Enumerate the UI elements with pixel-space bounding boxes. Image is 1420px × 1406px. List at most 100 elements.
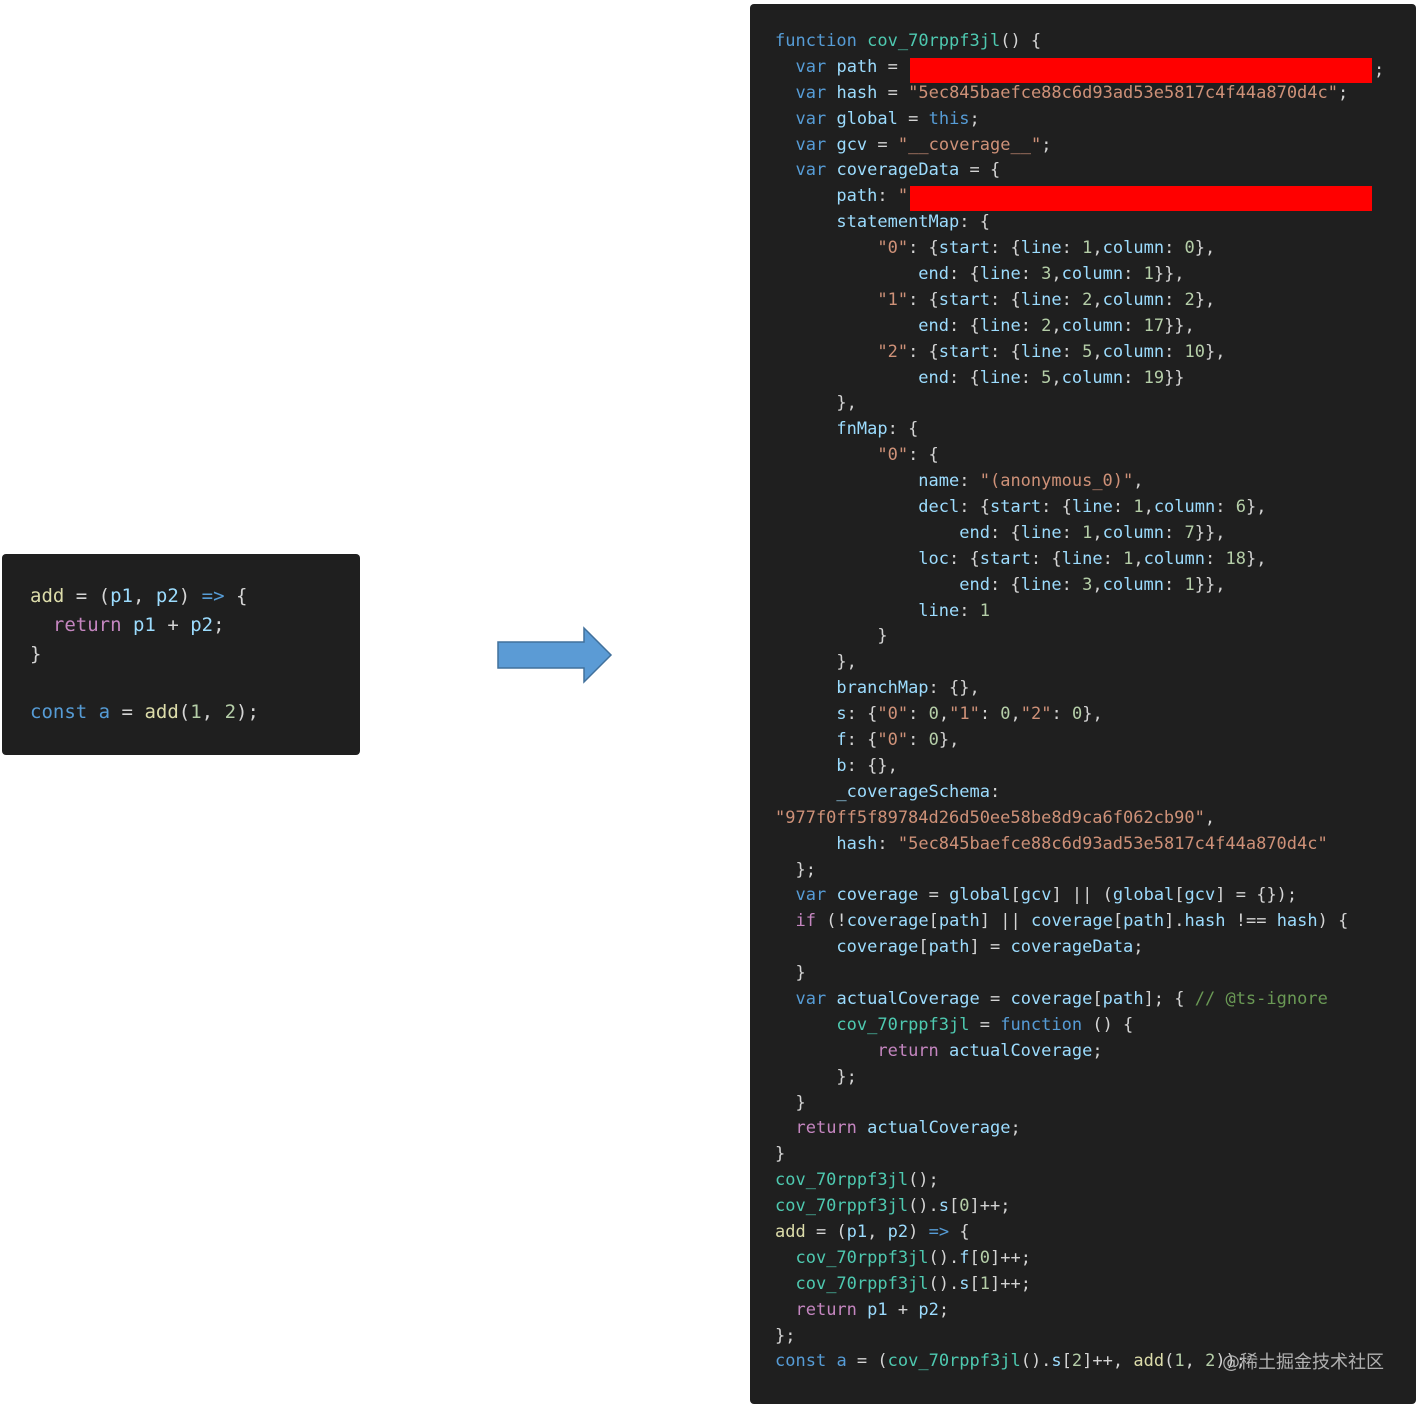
code-token: 2 (1071, 1351, 1083, 1372)
code-token: : (1123, 264, 1144, 285)
code-token: column (1102, 574, 1165, 595)
code-token: , (1184, 1351, 1206, 1372)
code-token: coverage (846, 911, 929, 932)
code-token: () { (1000, 31, 1042, 51)
code-token: column (1102, 289, 1165, 310)
code-token: [ (1092, 988, 1103, 1009)
right-arrow-icon (497, 626, 613, 684)
code-token: global (949, 885, 1011, 906)
code-token: _coverageSchema (836, 781, 990, 802)
code-line: if (!coverage[path] || coverage[path].ha… (775, 909, 1348, 935)
code-token: } (30, 643, 42, 665)
code-line: return p1 + p2; (775, 1298, 1348, 1324)
code-token: hash (836, 82, 878, 103)
code-token: }} (1164, 367, 1185, 388)
code-token: , (1143, 497, 1154, 518)
code-token: p1 (846, 1221, 868, 1242)
code-token: : { (959, 497, 990, 518)
code-line: "2": {start: {line: 5,column: 10}, (775, 340, 1348, 366)
code-token: "977f0ff5f89784d26d50ee58be8d9ca6f062cb9… (775, 807, 1205, 828)
code-token: cov_70rppf3jl (795, 1247, 929, 1268)
code-token: ] = (969, 937, 1011, 958)
code-token: end (959, 574, 990, 595)
code-line: statementMap: { (775, 210, 1348, 236)
code-token: hash (1276, 911, 1318, 932)
code-token: }, (1205, 341, 1226, 362)
code-token: : (959, 471, 980, 492)
code-line: const a = add(1, 2); (30, 698, 259, 727)
code-token: 3 (1082, 574, 1093, 595)
code-token: s (836, 704, 847, 725)
code-token: } (775, 626, 888, 647)
code-token: (). (1020, 1351, 1052, 1372)
code-token: global (836, 108, 898, 129)
code-line: end: {line: 2,column: 17}}, (775, 314, 1348, 340)
code-line: return actualCoverage; (775, 1116, 1348, 1142)
code-token: : (1061, 341, 1083, 362)
code-token: : (1123, 315, 1144, 336)
code-token: = (897, 108, 929, 129)
code-token: : { (989, 289, 1021, 310)
code-token: var (795, 988, 827, 1009)
code-token: : { (959, 212, 990, 233)
code-token: : (989, 781, 1001, 802)
code-token: ; (1092, 1040, 1103, 1061)
code-token: line (1020, 341, 1062, 362)
code-token: [ (1061, 1351, 1072, 1372)
source-code-panel: add = (p1, p2) => { return p1 + p2;} cons… (2, 554, 360, 755)
code-token: "1" (877, 289, 909, 310)
code-token: , (1051, 367, 1062, 388)
code-token: path (928, 937, 970, 958)
code-token: }, (775, 652, 857, 673)
code-token: a (836, 1351, 847, 1372)
code-token: 7 (1184, 522, 1195, 543)
code-token: path (836, 186, 878, 207)
code-token: + (155, 614, 191, 636)
code-token: }}, (1194, 574, 1226, 595)
code-token: : (1061, 522, 1083, 543)
code-token: 6 (1235, 497, 1246, 518)
instrumented-code-panel: function cov_70rppf3jl () { var path = va… (750, 4, 1416, 1404)
code-token: function (1000, 1014, 1083, 1035)
instrumented-code-block: function cov_70rppf3jl () { var path = va… (775, 29, 1348, 1375)
code-token: = (979, 988, 1011, 1009)
code-token: coverageData (1010, 937, 1134, 958)
code-token: ; (969, 108, 980, 129)
code-token: : (1061, 238, 1083, 259)
code-token: : (1164, 574, 1185, 595)
code-token: : (1051, 704, 1072, 725)
code-token: p2 (887, 1221, 909, 1242)
code-line: end: {line: 3,column: 1}}, (775, 262, 1348, 288)
code-line: fnMap: { (775, 417, 1348, 443)
code-line: return p1 + p2; (30, 611, 259, 640)
code-token: ; (938, 1299, 950, 1320)
code-token: 2 (224, 701, 237, 723)
code-token: = { (959, 160, 1001, 181)
code-token: ; (213, 614, 225, 636)
code-token: , (132, 585, 156, 607)
code-token: { (949, 1221, 970, 1242)
code-token: "2" (1020, 704, 1052, 725)
code-token: }, (1082, 704, 1103, 725)
code-token: 1 (1143, 264, 1154, 285)
code-token: line (979, 367, 1021, 388)
code-token: column (1102, 238, 1165, 259)
code-token: : (1020, 264, 1042, 285)
code-token: column (1102, 522, 1165, 543)
code-token: = (969, 1014, 1001, 1035)
code-line: var coverage = global[gcv] || (global[gc… (775, 883, 1348, 909)
code-token: : (1205, 548, 1226, 569)
watermark: @稀土掘金技术社区 (1222, 1352, 1384, 1373)
code-token: = (110, 701, 145, 723)
code-token: return (52, 614, 122, 636)
code-token: 1 (1133, 497, 1144, 518)
code-line: var actualCoverage = coverage[path]; { /… (775, 987, 1348, 1013)
